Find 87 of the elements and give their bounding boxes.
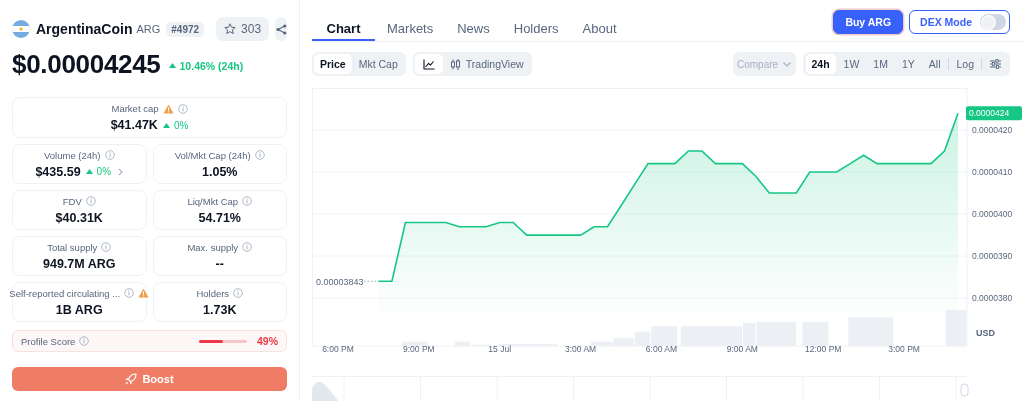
stat-label: Volume (24h) xyxy=(44,149,101,161)
y-axis-label: 0.0000410 xyxy=(972,167,1013,178)
stat-change: 0% xyxy=(173,119,189,131)
stat-value: 1B ARG xyxy=(55,302,103,317)
x-axis-label: 3:00 AM xyxy=(565,344,597,354)
x-axis-label: 6:00 PM xyxy=(322,344,354,354)
score-label: Profile Score xyxy=(21,335,76,347)
info-icon xyxy=(79,336,90,346)
info-icon xyxy=(85,196,96,206)
x-axis-label: 15 Jul xyxy=(488,344,512,354)
y-axis-label: 0.0000420 xyxy=(972,125,1013,135)
range-option[interactable]: 1M xyxy=(867,54,894,74)
log-scale-button[interactable]: Log xyxy=(951,54,979,74)
info-icon xyxy=(101,242,112,252)
line-chart-icon xyxy=(422,58,435,70)
stat-label: Max. supply xyxy=(187,241,239,253)
rank-badge: #4972 xyxy=(166,21,205,37)
rocket-icon xyxy=(125,373,138,385)
info-icon xyxy=(233,288,244,298)
stat-value: $41.47K xyxy=(110,118,158,132)
watchlist-button[interactable]: 303 xyxy=(216,17,270,41)
stat-value: 1.73K xyxy=(203,302,237,317)
x-axis-label: 6:00 AM xyxy=(645,344,678,354)
share-icon xyxy=(275,23,287,35)
range-option[interactable]: All xyxy=(922,54,947,74)
info-icon xyxy=(124,288,135,298)
chevron-down-icon xyxy=(783,61,792,67)
currency-label: USD xyxy=(976,328,995,338)
info-icon xyxy=(242,196,253,206)
coin-name: ArgentinaCoin xyxy=(36,21,133,37)
open-price-line xyxy=(363,280,379,282)
nav-tab[interactable]: News xyxy=(445,10,502,41)
nav-tab[interactable]: Chart xyxy=(312,10,375,41)
y-axis-label: 0.0000390 xyxy=(972,251,1013,262)
stat-label: Vol/Mkt Cap (24h) xyxy=(174,149,251,161)
info-icon xyxy=(242,242,253,252)
stat-value: 949.7M ARG xyxy=(43,256,116,271)
y-axis-label: 0.0000400 xyxy=(972,209,1013,220)
up-arrow-icon xyxy=(162,122,170,128)
stat-value: $40.31K xyxy=(55,210,103,225)
stat-change: 0% xyxy=(96,166,112,177)
stat-label: Self-reported circulating ... xyxy=(9,287,121,299)
range-option[interactable]: 1W xyxy=(837,54,866,74)
stat-value: $435.59 xyxy=(35,164,81,179)
x-axis-label: 3:00 PM xyxy=(888,344,920,354)
stat-value: -- xyxy=(215,256,224,271)
stat-label: Total supply xyxy=(47,241,98,253)
info-icon xyxy=(104,150,115,160)
line-chart-button[interactable] xyxy=(414,54,443,74)
coin-price: $0.00004245 xyxy=(12,48,161,80)
chevron-right-icon[interactable] xyxy=(118,167,124,176)
y-axis-label: 0.0000380 xyxy=(972,293,1013,304)
chart-type-button[interactable]: TradingView xyxy=(443,54,530,74)
info-icon xyxy=(177,103,188,114)
score-value: 49% xyxy=(257,335,278,347)
current-price-tag: 0.0000424 xyxy=(966,106,1022,121)
x-axis-label: 9:00 PM xyxy=(403,344,435,354)
dex-mode-toggle[interactable]: DEX Mode xyxy=(909,10,1010,34)
candlestick-icon xyxy=(449,58,461,70)
star-icon xyxy=(224,23,237,35)
info-icon xyxy=(254,150,265,160)
up-arrow-icon xyxy=(168,63,176,68)
nav-tab[interactable]: About xyxy=(570,10,629,41)
stat-value: 54.71% xyxy=(198,210,241,225)
nav-tab[interactable]: Markets xyxy=(375,10,446,41)
stat-label: Liq/Mkt Cap xyxy=(187,195,239,207)
range-option[interactable]: 24h xyxy=(805,54,836,74)
buy-button[interactable]: Buy ARG xyxy=(833,10,904,34)
stat-value: 1.05% xyxy=(202,164,238,179)
up-arrow-icon xyxy=(85,169,93,174)
flag-icon xyxy=(12,20,30,38)
coin-symbol: ARG xyxy=(136,23,161,35)
stat-label: Holders xyxy=(196,287,230,299)
open-price-label: 0.00003843 xyxy=(316,276,364,287)
x-axis-label: 12:00 PM xyxy=(805,344,842,354)
stat-label: Market cap xyxy=(111,103,159,114)
range-option[interactable]: 1Y xyxy=(895,54,921,74)
toggle-label: DEX Mode xyxy=(920,16,972,28)
settings-icon xyxy=(990,59,1001,69)
x-axis-label: 9:00 AM xyxy=(726,344,758,354)
stat-label: FDV xyxy=(62,195,82,207)
metric-option[interactable]: Mkt Cap xyxy=(352,54,404,74)
metric-option[interactable]: Price xyxy=(314,54,352,74)
price-change: 10.46% (24h) xyxy=(179,59,244,72)
toggle-switch[interactable] xyxy=(980,14,1006,30)
share-button[interactable] xyxy=(275,17,287,41)
nav-tab[interactable]: Holders xyxy=(501,10,571,41)
